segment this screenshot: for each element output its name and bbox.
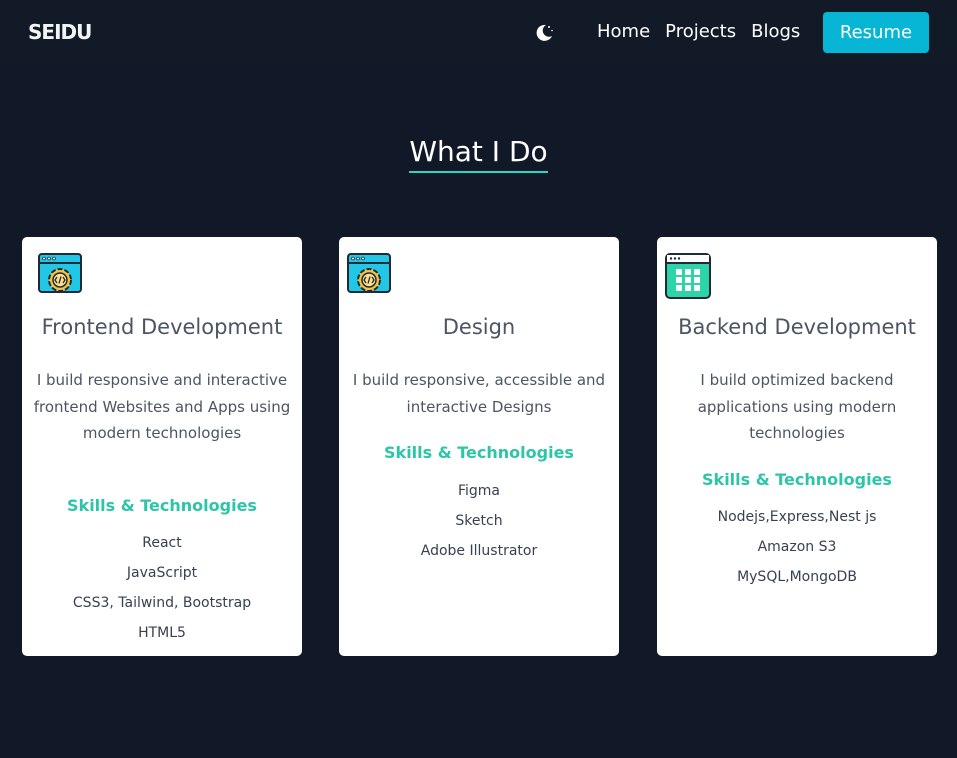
service-card-backend: Backend Development I build optimized ba… — [657, 237, 937, 656]
skill-item: Adobe Illustrator — [420, 543, 538, 559]
site-logo[interactable]: SEIDU — [28, 20, 92, 44]
skill-item: JavaScript — [126, 565, 198, 581]
service-card-frontend: Frontend Development I build responsive … — [22, 237, 302, 656]
card-title: Design — [442, 315, 516, 339]
skills-heading: Skills & Technologies — [384, 443, 574, 462]
section-title-wrapper: What I Do — [0, 134, 957, 173]
resume-button[interactable]: Resume — [823, 12, 929, 53]
skill-item: Sketch — [455, 513, 503, 529]
skill-item: CSS3, Tailwind, Bootstrap — [72, 595, 252, 611]
skill-list: React JavaScript CSS3, Tailwind, Bootstr… — [22, 528, 302, 648]
card-title: Backend Development — [678, 315, 916, 339]
card-description: I build responsive, accessible and inter… — [352, 371, 606, 416]
service-card-design: Design I build responsive, accessible an… — [339, 237, 619, 656]
skill-item: React — [142, 535, 182, 551]
card-title: Frontend Development — [41, 315, 283, 339]
navbar: SEIDU Home Projects Blogs Resume — [0, 0, 957, 66]
card-description: I build responsive and interactive front… — [33, 371, 291, 442]
skill-item: Nodejs,Express,Nest js — [717, 509, 877, 525]
skills-heading: Skills & Technologies — [702, 470, 892, 489]
moon-icon[interactable] — [533, 22, 555, 44]
server-grid-icon — [665, 253, 711, 299]
nav-link-blogs[interactable]: Blogs — [751, 21, 800, 42]
skill-list: Figma Sketch Adobe Illustrator — [339, 476, 619, 566]
nav-link-home[interactable]: Home — [597, 21, 650, 42]
code-window-gear-icon — [38, 253, 82, 297]
code-window-gear-icon — [347, 253, 391, 297]
skills-heading: Skills & Technologies — [67, 496, 257, 515]
skill-item: Figma — [457, 483, 501, 499]
nav-links: Home Projects Blogs — [597, 21, 815, 42]
skill-item: HTML5 — [138, 625, 186, 641]
skill-item: Amazon S3 — [757, 539, 837, 555]
skill-item: MySQL,MongoDB — [737, 569, 857, 585]
section-title: What I Do — [409, 134, 548, 173]
card-description: I build optimized backend applications u… — [697, 371, 897, 442]
skill-list: Nodejs,Express,Nest js Amazon S3 MySQL,M… — [657, 502, 937, 592]
nav-link-projects[interactable]: Projects — [665, 21, 736, 42]
